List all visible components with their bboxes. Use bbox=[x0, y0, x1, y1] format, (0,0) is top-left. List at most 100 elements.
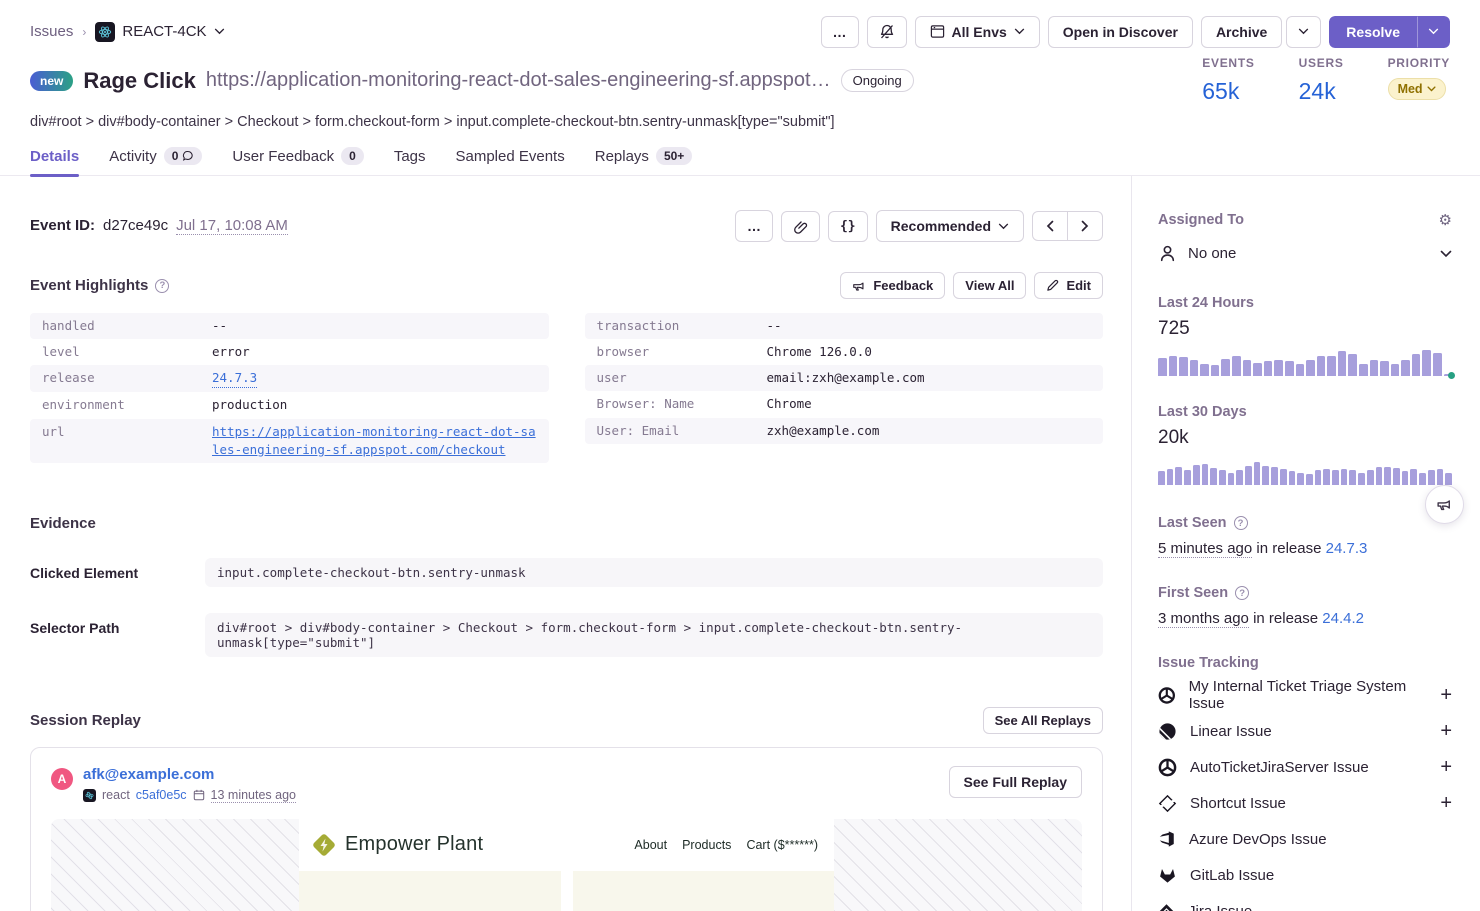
event-selector-dropdown[interactable]: Recommended bbox=[876, 210, 1024, 242]
last-seen-time[interactable]: 5 minutes ago bbox=[1158, 540, 1252, 558]
activity-count-badge: 0 bbox=[164, 147, 203, 165]
mute-alerts-button[interactable] bbox=[867, 16, 907, 48]
chart-bar bbox=[1297, 473, 1304, 485]
issue-tracking-item[interactable]: Jira Issue bbox=[1158, 893, 1452, 911]
replay-user-email-link[interactable]: afk@example.com bbox=[83, 766, 296, 783]
kv-key: transaction bbox=[597, 317, 767, 335]
help-icon[interactable]: ? bbox=[155, 279, 169, 293]
previous-event-button[interactable] bbox=[1033, 212, 1067, 240]
release-link[interactable]: 24.7.3 bbox=[212, 369, 257, 388]
event-highlights-actions: Feedback View All Edit bbox=[840, 272, 1103, 299]
chart-bar bbox=[1158, 358, 1167, 376]
linear-icon bbox=[1158, 722, 1177, 741]
issue-tracking-item[interactable]: My Internal Ticket Triage System Issue + bbox=[1158, 677, 1452, 713]
resolve-button[interactable]: Resolve bbox=[1329, 16, 1417, 48]
issue-tracking-item[interactable]: Shortcut Issue + bbox=[1158, 785, 1452, 821]
first-seen-time[interactable]: 3 months ago bbox=[1158, 610, 1249, 628]
kv-row-user-email: User: Emailzxh@example.com bbox=[585, 418, 1104, 444]
kv-value: production bbox=[212, 396, 287, 414]
url-link[interactable]: https://application-monitoring-react-dot… bbox=[212, 423, 537, 459]
issue-tracking-list: My Internal Ticket Triage System Issue +… bbox=[1158, 677, 1452, 911]
events-count[interactable]: 65k bbox=[1202, 78, 1254, 105]
chart-bar bbox=[1367, 470, 1374, 485]
plus-icon[interactable]: + bbox=[1440, 721, 1452, 741]
chevron-left-icon bbox=[1046, 220, 1054, 232]
main-area: Event ID: d27ce49c Jul 17, 10:08 AM … {}… bbox=[0, 176, 1480, 911]
users-count[interactable]: 24k bbox=[1299, 78, 1344, 105]
plus-icon[interactable]: + bbox=[1440, 757, 1452, 777]
chart-bar bbox=[1193, 465, 1200, 485]
edit-button[interactable]: Edit bbox=[1034, 272, 1103, 299]
resolve-label: Resolve bbox=[1346, 24, 1400, 40]
issue-tracking-label: Jira Issue bbox=[1188, 903, 1252, 911]
replay-user-info: afk@example.com react c5af0e5c 13 minute… bbox=[83, 766, 296, 803]
chevron-right-icon bbox=[1081, 220, 1089, 232]
event-highlights-header: Event Highlights ? Feedback View All Edi… bbox=[30, 272, 1103, 299]
chart-bar bbox=[1323, 469, 1330, 485]
chart-bar bbox=[1190, 360, 1199, 376]
archive-dropdown-button[interactable] bbox=[1286, 16, 1321, 48]
chart-bar bbox=[1306, 360, 1315, 376]
event-more-button[interactable]: … bbox=[735, 210, 773, 242]
first-seen-release-link[interactable]: 24.4.2 bbox=[1322, 610, 1364, 627]
replay-shop-nav: About Products Cart ($******) bbox=[634, 838, 818, 852]
last-seen-release-link[interactable]: 24.7.3 bbox=[1326, 540, 1368, 557]
megaphone-icon bbox=[1436, 496, 1453, 513]
event-highlights-title-group: Event Highlights ? bbox=[30, 277, 169, 294]
tab-details[interactable]: Details bbox=[30, 147, 79, 175]
tab-tags[interactable]: Tags bbox=[394, 147, 426, 175]
chart-bar bbox=[1228, 473, 1235, 485]
feedback-button[interactable]: Feedback bbox=[840, 272, 945, 299]
kv-row-user: useremail:zxh@example.com bbox=[585, 365, 1104, 391]
issue-tracking-section: Issue Tracking My Internal Ticket Triage… bbox=[1158, 655, 1452, 911]
plus-icon[interactable]: + bbox=[1440, 685, 1452, 705]
assignment-settings-button[interactable]: ⚙ bbox=[1439, 213, 1452, 228]
issue-tracking-item[interactable]: AutoTicketJiraServer Issue + bbox=[1158, 749, 1452, 785]
open-in-discover-button[interactable]: Open in Discover bbox=[1048, 16, 1193, 48]
tab-replays[interactable]: Replays 50+ bbox=[595, 147, 693, 175]
help-icon[interactable]: ? bbox=[1235, 586, 1249, 600]
megaphone-icon bbox=[852, 279, 866, 293]
breadcrumb-project-selector[interactable]: REACT-4CK bbox=[95, 22, 224, 42]
tab-activity[interactable]: Activity 0 bbox=[109, 147, 202, 175]
environment-selector[interactable]: All Envs bbox=[915, 16, 1040, 48]
event-highlights-tables: handled-- levelerror release24.7.3 envir… bbox=[30, 313, 1103, 463]
event-json-button[interactable]: {} bbox=[828, 211, 868, 242]
chart-bar bbox=[1317, 356, 1326, 376]
resolve-dropdown-button[interactable] bbox=[1417, 16, 1450, 48]
last-30-days-chart[interactable] bbox=[1158, 459, 1452, 485]
replay-preview[interactable]: Empower Plant About Products Cart ($****… bbox=[51, 819, 1082, 911]
issue-tracking-item[interactable]: GitLab Issue bbox=[1158, 857, 1452, 893]
replay-shop-header: Empower Plant About Products Cart ($****… bbox=[299, 819, 834, 871]
help-icon[interactable]: ? bbox=[1234, 516, 1248, 530]
kv-key: release bbox=[42, 369, 212, 388]
more-options-button[interactable]: … bbox=[821, 16, 859, 48]
replay-id-link[interactable]: c5af0e5c bbox=[136, 788, 187, 802]
chart-bar bbox=[1370, 360, 1379, 376]
replay-time-ago[interactable]: 13 minutes ago bbox=[211, 788, 296, 803]
view-all-button[interactable]: View All bbox=[953, 272, 1026, 299]
see-all-replays-button[interactable]: See All Replays bbox=[983, 707, 1103, 734]
kv-row-url: urlhttps://application-monitoring-react-… bbox=[30, 419, 549, 463]
kv-row-level: levelerror bbox=[30, 339, 549, 365]
issue-tracking-item[interactable]: Azure DevOps Issue bbox=[1158, 821, 1452, 857]
see-full-replay-button[interactable]: See Full Replay bbox=[949, 766, 1082, 798]
floating-feedback-button[interactable] bbox=[1425, 485, 1464, 524]
archive-button[interactable]: Archive bbox=[1201, 16, 1282, 48]
issue-tracking-item[interactable]: Linear Issue + bbox=[1158, 713, 1452, 749]
breadcrumb-issues-link[interactable]: Issues bbox=[30, 23, 73, 40]
plus-icon[interactable]: + bbox=[1440, 793, 1452, 813]
highlights-table-right: transaction-- browserChrome 126.0.0 user… bbox=[585, 313, 1104, 444]
event-link-button[interactable] bbox=[781, 211, 820, 242]
assignee-selector[interactable]: No one bbox=[1158, 244, 1452, 263]
tab-user-feedback[interactable]: User Feedback 0 bbox=[232, 147, 363, 175]
tab-sampled-events[interactable]: Sampled Events bbox=[456, 147, 565, 175]
last-24-hours-chart[interactable] bbox=[1158, 350, 1452, 376]
next-event-button[interactable] bbox=[1067, 212, 1102, 240]
priority-selector[interactable]: Med bbox=[1388, 78, 1446, 100]
replay-shop-body: ***** **** *** **** **** *** ******* Add… bbox=[299, 871, 834, 911]
calendar-icon bbox=[193, 789, 205, 801]
event-timestamp[interactable]: Jul 17, 10:08 AM bbox=[176, 217, 288, 235]
resolve-split-button: Resolve bbox=[1329, 16, 1450, 48]
last-24-hours-count: 725 bbox=[1158, 318, 1452, 340]
